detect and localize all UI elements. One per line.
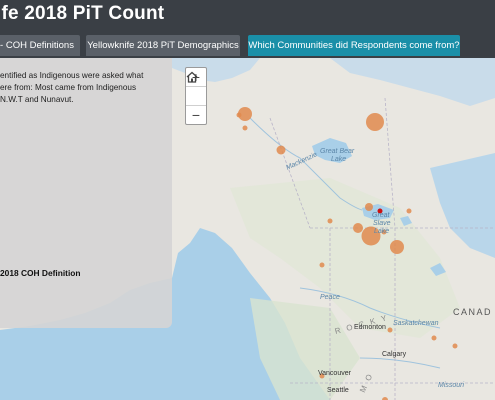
zoom-out-button[interactable]: − [186, 106, 206, 124]
community-marker[interactable] [276, 145, 286, 155]
community-marker[interactable] [431, 335, 437, 341]
home-icon [186, 71, 198, 83]
lake-label: Lake [331, 156, 347, 163]
country-label: CANAD [453, 307, 493, 317]
city-label: Seattle [327, 387, 349, 394]
community-marker[interactable] [387, 327, 393, 333]
lake-label: Great Bear [320, 148, 355, 155]
community-marker[interactable] [452, 343, 458, 349]
lake-label: Slave [373, 220, 391, 227]
tab-communities[interactable]: Which Communities did Respondents come f… [248, 35, 460, 56]
city-label: Vancouver [318, 370, 351, 377]
community-marker[interactable] [365, 203, 373, 211]
panel-line: entified as Indigenous were asked what [0, 71, 144, 80]
community-marker[interactable] [390, 240, 404, 254]
river-label: Saskatchewan [393, 320, 439, 327]
community-marker[interactable] [319, 262, 325, 268]
community-marker[interactable] [242, 125, 248, 131]
tab-demographics[interactable]: Yellowknife 2018 PiT Demographics [86, 35, 240, 56]
river-label: Peace [320, 294, 340, 301]
tab-coh-definitions[interactable]: - COH Definitions [0, 35, 80, 56]
panel-description: entified as Indigenous were asked what e… [0, 70, 168, 106]
panel-line: N.W.T and Nunavut. [0, 95, 74, 104]
app-header: ife 2018 PiT Count [0, 0, 495, 32]
community-marker[interactable] [366, 113, 384, 131]
lake-label: Great [372, 212, 390, 219]
app-title: ife 2018 PiT Count [0, 3, 165, 24]
community-marker[interactable] [236, 112, 242, 118]
community-marker[interactable] [406, 208, 412, 214]
zoom-control: + − [185, 67, 207, 125]
city-label: Calgary [382, 351, 407, 358]
panel-line: ere from: Most came from Indigenous [0, 83, 137, 92]
coh-definition-heading: 2018 COH Definition [0, 268, 81, 278]
home-button[interactable] [186, 71, 206, 106]
tab-bar: - COH Definitions Yellowknife 2018 PiT D… [0, 32, 495, 58]
community-marker[interactable] [327, 218, 333, 224]
info-panel: entified as Indigenous were asked what e… [0, 58, 172, 328]
community-marker[interactable] [353, 223, 363, 233]
lake-label: Lake [374, 228, 390, 235]
river-label: Missouri [438, 382, 465, 389]
